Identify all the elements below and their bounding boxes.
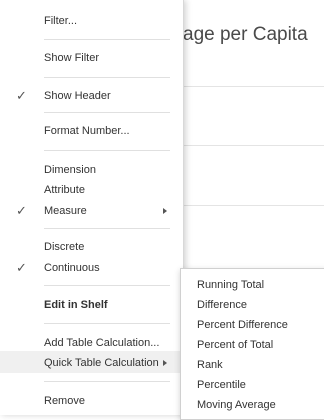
menu-separator [44, 285, 170, 286]
quick-table-calculation-submenu: Running Total Difference Percent Differe… [180, 268, 324, 420]
menu-separator [44, 150, 170, 151]
submenu-item-percentile[interactable]: Percentile [197, 378, 246, 392]
check-icon: ✓ [16, 88, 27, 103]
worksheet-divider [183, 145, 324, 146]
field-context-menu: Filter... Show Filter ✓ Show Header Form… [0, 0, 184, 415]
menu-item-show-filter[interactable]: Show Filter [44, 51, 99, 65]
check-icon: ✓ [16, 260, 27, 275]
menu-item-attribute[interactable]: Attribute [44, 183, 85, 197]
worksheet-divider [183, 205, 324, 206]
menu-item-filter[interactable]: Filter... [44, 14, 77, 28]
worksheet-divider [183, 86, 324, 87]
submenu-arrow-icon [163, 360, 167, 366]
menu-item-format-number[interactable]: Format Number... [44, 124, 130, 138]
submenu-item-rank[interactable]: Rank [197, 358, 223, 372]
menu-separator [44, 39, 170, 40]
menu-separator [44, 228, 170, 229]
menu-separator [44, 77, 170, 78]
check-icon: ✓ [16, 203, 27, 218]
menu-item-remove[interactable]: Remove [44, 394, 85, 408]
worksheet-title: age per Capita [183, 24, 308, 45]
menu-item-measure[interactable]: Measure [44, 204, 87, 218]
menu-separator [44, 381, 170, 382]
menu-item-edit-in-shelf[interactable]: Edit in Shelf [44, 298, 108, 312]
menu-separator [44, 323, 170, 324]
menu-item-dimension[interactable]: Dimension [44, 163, 96, 177]
menu-item-add-table-calculation[interactable]: Add Table Calculation... [44, 336, 159, 350]
submenu-arrow-icon [163, 208, 167, 214]
submenu-item-moving-average[interactable]: Moving Average [197, 398, 276, 412]
submenu-item-running-total[interactable]: Running Total [197, 278, 264, 292]
submenu-item-percent-of-total[interactable]: Percent of Total [197, 338, 273, 352]
menu-item-continuous[interactable]: Continuous [44, 261, 100, 275]
menu-separator [44, 112, 170, 113]
submenu-item-percent-difference[interactable]: Percent Difference [197, 318, 288, 332]
menu-item-quick-table-calculation[interactable]: Quick Table Calculation [44, 356, 159, 370]
submenu-item-difference[interactable]: Difference [197, 298, 247, 312]
menu-item-show-header[interactable]: Show Header [44, 89, 111, 103]
menu-item-discrete[interactable]: Discrete [44, 240, 84, 254]
